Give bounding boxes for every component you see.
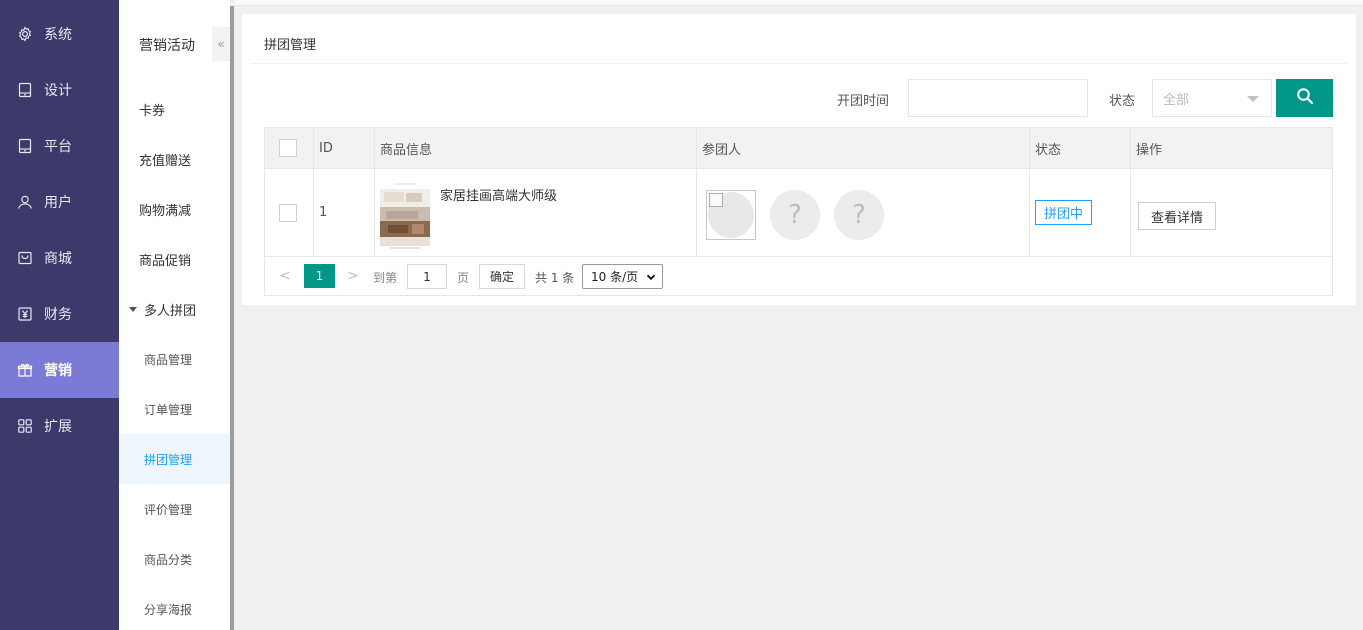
sidebar-item-label: 营销 [44,363,72,379]
row-checkbox-cell [265,169,314,256]
sidebar-item-finance[interactable]: 财务 [0,286,119,342]
sidebar-item-label: 平台 [44,139,72,155]
submenu-item-full-reduction[interactable]: 购物满减 [119,184,230,234]
table-row: 1 家居挂画高端大师级 ? ? 拼团中 查看详情 [265,169,1332,257]
status-label: 状态 [1109,94,1136,109]
submenu-group-group-buy[interactable]: 多人拼团 [119,284,230,334]
grid-icon [17,418,33,434]
page-title: 拼团管理 [264,38,317,53]
sidebar-item-label: 商城 [44,251,72,267]
primary-sidebar: 系统 设计 平台 用户 商城 财务 营销 扩展 [0,0,119,630]
sidebar-divider[interactable] [230,6,234,630]
page-unit-label: 页 [457,271,470,285]
page-1-button[interactable]: 1 [304,264,335,288]
goto-page-input[interactable] [407,264,447,289]
submenu-item-coupon[interactable]: 卡券 [119,84,230,134]
next-page-button[interactable]: > [343,264,363,288]
gear-icon [17,26,33,42]
participant-avatar [706,190,756,240]
header-checkbox-cell [265,128,314,168]
page-size-value: 10 条/页 [591,270,639,284]
sidebar-item-user[interactable]: 用户 [0,174,119,230]
tablet-icon [17,138,33,154]
submenu-group-label: 多人拼团 [144,303,197,319]
product-thumbnail [380,181,430,251]
sidebar-item-marketing[interactable]: 营销 [0,342,119,398]
header-id: ID [314,128,375,168]
submenu-item-share-poster[interactable]: 分享海报 [119,584,230,630]
submenu-item-goods-category[interactable]: 商品分类 [119,534,230,584]
sidebar-item-extension[interactable]: 扩展 [0,398,119,454]
header-participants: 参团人 [697,128,1030,168]
tablet-icon [17,82,33,98]
sidebar-item-label: 系统 [44,27,72,43]
total-count: 共 1 条 [535,271,575,285]
submenu-item-group-manage[interactable]: 拼团管理 [119,434,230,484]
store-icon [17,250,33,266]
page-size-select[interactable]: 10 条/页 [582,264,663,289]
submenu-item-promotion[interactable]: 商品促销 [119,234,230,284]
submenu-item-goods-manage[interactable]: 商品管理 [119,334,230,384]
header-product: 商品信息 [375,128,697,168]
sidebar-item-system[interactable]: 系统 [0,6,119,62]
row-id: 1 [314,169,375,256]
status-select-value: 全部 [1163,92,1190,108]
sidebar-item-label: 用户 [44,195,72,211]
empty-participant-avatar: ? [834,190,884,240]
gift-icon [17,362,33,378]
sidebar-item-design[interactable]: 设计 [0,62,119,118]
pagination: < 1 > 到第 页 确定 共 1 条 10 条/页 [265,257,1332,295]
sidebar-item-platform[interactable]: 平台 [0,118,119,174]
group-table: ID 商品信息 参团人 状态 操作 1 家居挂画高端大师级 ? ? 拼团中 查看… [264,127,1333,296]
chevron-right-icon: > [347,268,359,284]
submenu-title: 营销活动 [139,38,195,54]
open-time-input[interactable] [908,79,1088,117]
caret-down-icon [1247,96,1259,102]
chevron-left-icon: < [279,268,291,284]
collapse-sidebar-button[interactable]: « [212,27,230,61]
row-participants-cell: ? ? [697,169,1030,256]
search-button[interactable] [1276,79,1333,117]
title-divider [250,63,1348,64]
yen-icon [17,306,33,322]
broken-image-icon [709,193,723,207]
submenu-item-order-manage[interactable]: 订单管理 [119,384,230,434]
select-all-checkbox[interactable] [279,139,297,157]
header-action: 操作 [1136,142,1163,158]
top-strip [234,0,1363,6]
confirm-goto-button[interactable]: 确定 [479,264,525,289]
status-select[interactable]: 全部 [1152,79,1272,117]
status-badge: 拼团中 [1035,200,1093,225]
sidebar-item-label: 扩展 [44,419,72,435]
row-action-cell: 查看详情 [1131,169,1332,256]
product-name: 家居挂画高端大师级 [440,189,558,204]
submenu-item-recharge-gift[interactable]: 充值赠送 [119,134,230,184]
row-product-cell: 家居挂画高端大师级 [375,169,697,256]
view-detail-button[interactable]: 查看详情 [1138,202,1216,230]
secondary-sidebar: 营销活动 « 卡券 充值赠送 购物满减 商品促销 多人拼团 商品管理 订单管理 … [119,0,230,630]
row-checkbox[interactable] [279,203,297,222]
table-header: ID 商品信息 参团人 状态 操作 [265,128,1332,169]
row-status-cell: 拼团中 [1030,169,1131,256]
header-status: 状态 [1030,128,1131,168]
search-icon [1296,87,1314,109]
open-time-label: 开团时间 [837,94,890,109]
double-chevron-left-icon: « [217,37,225,51]
goto-label: 到第 [373,271,398,285]
user-icon [17,194,33,210]
submenu-item-review-manage[interactable]: 评价管理 [119,484,230,534]
sidebar-item-mall[interactable]: 商城 [0,230,119,286]
sidebar-item-label: 设计 [44,83,72,99]
empty-participant-avatar: ? [770,190,820,240]
chevron-down-icon [646,271,656,281]
caret-down-icon [129,306,137,312]
prev-page-button[interactable]: < [275,264,295,288]
sidebar-item-label: 财务 [44,307,72,323]
main-card: 拼团管理 开团时间 状态 全部 ID 商品信息 参团人 状态 操作 1 家居挂画… [242,14,1356,305]
